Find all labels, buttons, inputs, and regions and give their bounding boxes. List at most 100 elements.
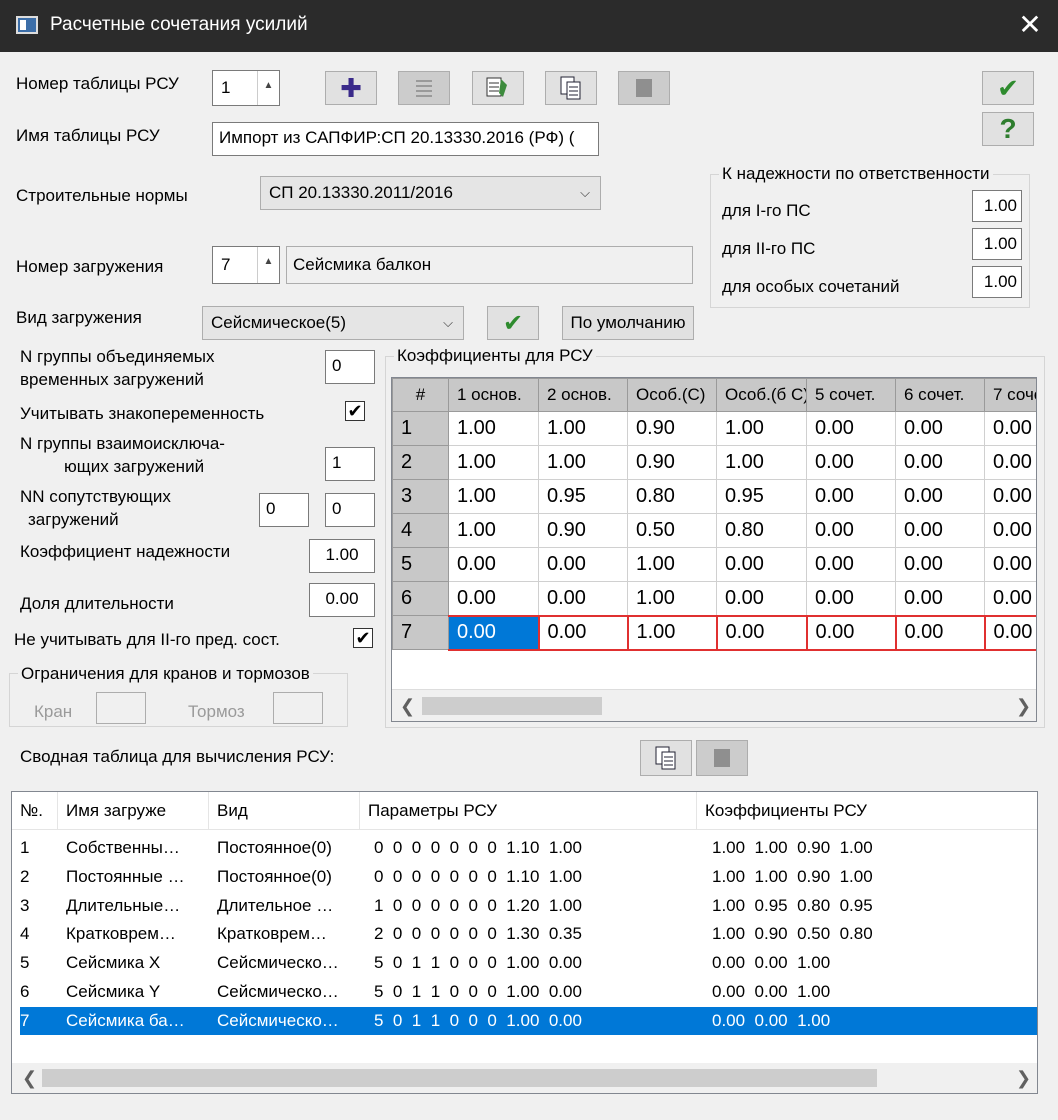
grid-cell[interactable]: 1.00 bbox=[448, 411, 539, 446]
grid-cell[interactable]: 0.00 bbox=[806, 445, 896, 480]
col-header-coeffs[interactable]: Коэффициенты РСУ bbox=[697, 792, 1037, 830]
ignore-checkbox[interactable]: ✔ bbox=[353, 628, 373, 648]
grid-cell[interactable]: 0.00 bbox=[895, 581, 985, 616]
grid-cell[interactable]: 0.00 bbox=[448, 547, 539, 582]
load-number-spin[interactable]: ▲ ▼ bbox=[257, 247, 279, 283]
spin-down-icon[interactable]: ▼ bbox=[258, 277, 279, 283]
grid-row-header[interactable]: 1 bbox=[392, 411, 449, 446]
paste-button[interactable] bbox=[618, 71, 670, 105]
grid-cell[interactable]: 1.00 bbox=[448, 479, 539, 514]
grid-cell[interactable]: 0.00 bbox=[895, 411, 985, 446]
load-type-select[interactable]: Сейсмическое(5) ⌵ bbox=[202, 306, 464, 340]
grid-cell[interactable]: 1.00 bbox=[627, 547, 717, 582]
default-button[interactable]: По умолчанию bbox=[562, 306, 694, 340]
sign-checkbox[interactable]: ✔ bbox=[345, 401, 365, 421]
grid-row-header[interactable]: 4 bbox=[392, 513, 449, 548]
resp-input-3[interactable]: 1.00 bbox=[972, 266, 1022, 298]
grid-column-header[interactable]: 5 сочет. bbox=[806, 378, 896, 412]
grid-cell[interactable]: 1.00 bbox=[448, 513, 539, 548]
load-number-value[interactable]: 7 bbox=[213, 247, 257, 283]
grid-column-header[interactable]: Особ.(С) bbox=[627, 378, 717, 412]
grid-cell[interactable]: 0.00 bbox=[806, 479, 896, 514]
col-header-no[interactable]: №. bbox=[12, 792, 58, 830]
spin-up-icon[interactable]: ▲ bbox=[258, 247, 279, 277]
grid-cell[interactable]: 0.90 bbox=[627, 445, 717, 480]
exclusive-input[interactable]: 1 bbox=[325, 447, 375, 481]
grid-column-header[interactable]: Особ.(б С) bbox=[716, 378, 807, 412]
grid-cell[interactable]: 0.00 bbox=[895, 513, 985, 548]
grid-row-header[interactable]: 6 bbox=[392, 581, 449, 616]
summary-copy-button[interactable] bbox=[640, 740, 692, 776]
apply-button[interactable]: ✔ bbox=[487, 306, 539, 340]
grid-cell[interactable]: 1.00 bbox=[538, 445, 628, 480]
list-button[interactable] bbox=[398, 71, 450, 105]
grid-cell[interactable]: 0.00 bbox=[984, 445, 1036, 480]
grid-cell[interactable]: 0.00 bbox=[448, 614, 540, 651]
grid-cell[interactable]: 0.00 bbox=[538, 614, 629, 651]
brake-input[interactable] bbox=[273, 692, 323, 724]
duration-input[interactable]: 0.00 bbox=[309, 583, 375, 617]
close-button[interactable]: ✕ bbox=[1010, 8, 1050, 44]
grid-cell[interactable]: 0.00 bbox=[984, 614, 1036, 651]
resp-input-2[interactable]: 1.00 bbox=[972, 228, 1022, 260]
coeff-grid[interactable]: #1 основ. 2 основ. Особ.(С) Особ.(б С) 5 соч… bbox=[391, 377, 1037, 722]
col-header-name[interactable]: Имя загруже bbox=[58, 792, 209, 830]
grid-cell[interactable]: 0.00 bbox=[716, 547, 807, 582]
grid-cell[interactable]: 0.00 bbox=[895, 445, 985, 480]
grid-cell[interactable]: 1.00 bbox=[716, 445, 807, 480]
summary-paste-button[interactable] bbox=[696, 740, 748, 776]
grid-row-header[interactable]: 7 bbox=[392, 615, 449, 650]
grid-cell[interactable]: 0.00 bbox=[895, 547, 985, 582]
grid-cell[interactable]: 1.00 bbox=[538, 411, 628, 446]
table-number-stepper[interactable]: 1 ▲ ▼ bbox=[212, 70, 280, 106]
table-number-spin[interactable]: ▲ ▼ bbox=[257, 71, 279, 105]
grid-cell[interactable]: 0.00 bbox=[448, 581, 539, 616]
grid-cell[interactable]: 1.00 bbox=[627, 614, 718, 651]
scroll-left-icon[interactable]: ❮ bbox=[22, 1068, 37, 1089]
grid-cell[interactable]: 0.00 bbox=[984, 581, 1036, 616]
grid-column-header[interactable]: 1 основ. bbox=[448, 378, 539, 412]
grid-cell[interactable]: 0.00 bbox=[984, 547, 1036, 582]
grid-row-header[interactable]: 3 bbox=[392, 479, 449, 514]
edit-table-button[interactable] bbox=[472, 71, 524, 105]
grid-cell[interactable]: 0.00 bbox=[984, 411, 1036, 446]
grid-cell[interactable]: 0.00 bbox=[806, 581, 896, 616]
summary-row[interactable]: 3 Длительные… Длительное … 1 0 0 0 0 0 0 1.… bbox=[20, 892, 1037, 920]
summary-row[interactable]: 1 Собственны… Постоянное(0) 0 0 0 0 0 0 0 1… bbox=[20, 834, 1037, 862]
accomp-input-2[interactable]: 0 bbox=[325, 493, 375, 527]
grid-row-header[interactable]: 5 bbox=[392, 547, 449, 582]
grid-cell[interactable]: 0.00 bbox=[716, 581, 807, 616]
scroll-right-icon[interactable]: ❯ bbox=[1016, 696, 1031, 717]
col-header-type[interactable]: Вид bbox=[209, 792, 360, 830]
grid-cell[interactable]: 0.00 bbox=[895, 479, 985, 514]
grid-corner-header[interactable]: # bbox=[392, 378, 449, 412]
summary-row[interactable]: 2 Постоянные … Постоянное(0) 0 0 0 0 0 0 0 … bbox=[20, 863, 1037, 891]
grid-cell[interactable]: 0.00 bbox=[538, 581, 628, 616]
grid-cell[interactable]: 0.00 bbox=[984, 513, 1036, 548]
grid-cell[interactable]: 0.80 bbox=[627, 479, 717, 514]
norms-select[interactable]: СП 20.13330.2011/2016 ⌵ bbox=[260, 176, 601, 210]
scroll-right-icon[interactable]: ❯ bbox=[1016, 1068, 1031, 1089]
group-input[interactable]: 0 bbox=[325, 350, 375, 384]
grid-row-header[interactable]: 2 bbox=[392, 445, 449, 480]
summary-row[interactable]: 7 Сейсмика ба… Сейсмическо… 5 0 1 1 0 0 0 1… bbox=[20, 1006, 1037, 1035]
summary-row[interactable]: 4 Кратковрем… Кратковрем… 2 0 0 0 0 0 0 1.3… bbox=[20, 920, 1037, 948]
coeff-hscrollbar[interactable]: ❮ ❯ bbox=[392, 689, 1036, 721]
grid-cell[interactable]: 0.95 bbox=[538, 479, 628, 514]
scroll-thumb[interactable] bbox=[422, 697, 602, 715]
accomp-input-1[interactable]: 0 bbox=[259, 493, 309, 527]
add-table-button[interactable]: ✚ bbox=[325, 71, 377, 105]
ok-button[interactable]: ✔ bbox=[982, 71, 1034, 105]
grid-cell[interactable]: 1.00 bbox=[627, 581, 717, 616]
table-name-input[interactable]: Импорт из САПФИР:СП 20.13330.2016 (РФ) ( bbox=[212, 122, 599, 156]
copy-button[interactable] bbox=[545, 71, 597, 105]
grid-cell[interactable]: 0.80 bbox=[716, 513, 807, 548]
grid-column-header[interactable]: 7 сочет. bbox=[984, 378, 1036, 412]
grid-cell[interactable]: 0.00 bbox=[895, 614, 986, 651]
crane-input[interactable] bbox=[96, 692, 146, 724]
table-number-value[interactable]: 1 bbox=[213, 71, 257, 105]
summary-row[interactable]: 5 Сейсмика X Сейсмическо… 5 0 1 1 0 0 0 1.0… bbox=[20, 949, 1037, 977]
spin-down-icon[interactable]: ▼ bbox=[258, 101, 279, 105]
grid-cell[interactable]: 1.00 bbox=[716, 411, 807, 446]
resp-input-1[interactable]: 1.00 bbox=[972, 190, 1022, 222]
